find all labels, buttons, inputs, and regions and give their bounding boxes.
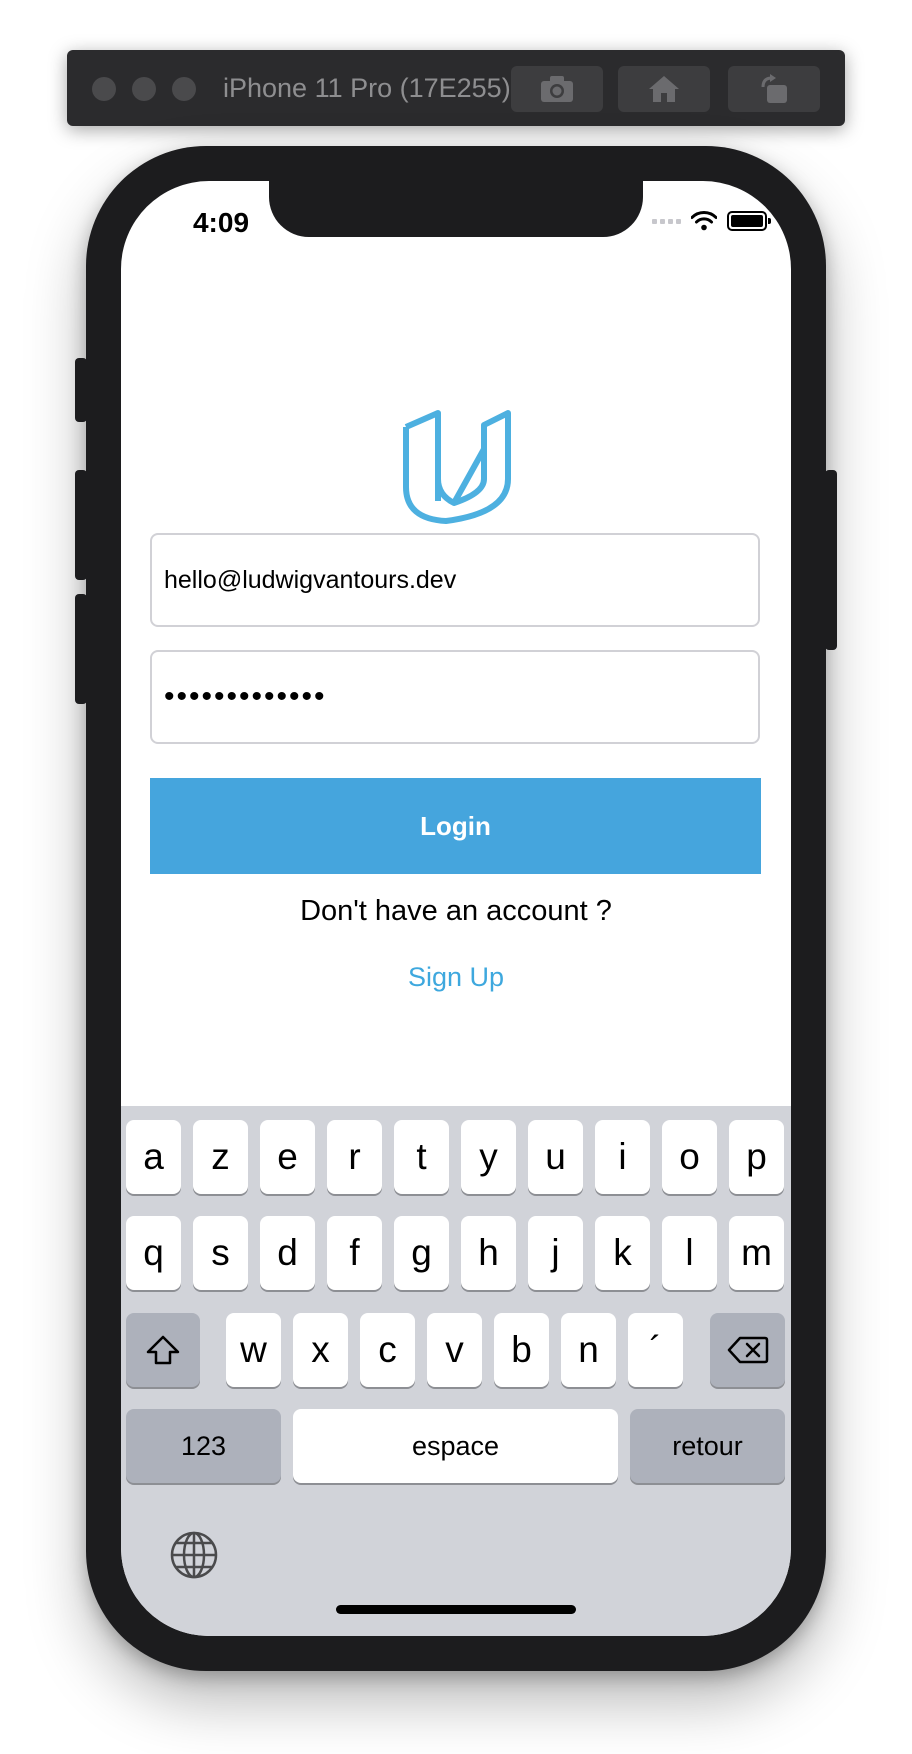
udacity-logo-icon [403, 410, 511, 524]
key-i[interactable]: i [595, 1120, 650, 1194]
key-acute-accent[interactable]: ´ [628, 1313, 683, 1387]
key-m[interactable]: m [729, 1216, 784, 1290]
shift-icon [146, 1335, 180, 1365]
mute-switch [75, 358, 87, 422]
key-u[interactable]: u [528, 1120, 583, 1194]
email-field[interactable]: hello@ludwigvantours.dev [150, 533, 760, 627]
backspace-key[interactable] [710, 1313, 785, 1387]
home-button[interactable] [618, 66, 710, 112]
key-q[interactable]: q [126, 1216, 181, 1290]
key-h[interactable]: h [461, 1216, 516, 1290]
key-k[interactable]: k [595, 1216, 650, 1290]
backspace-icon [727, 1336, 768, 1364]
volume-down-button [75, 594, 87, 704]
key-l[interactable]: l [662, 1216, 717, 1290]
zoom-window-button[interactable] [172, 77, 196, 101]
login-button[interactable]: Login [150, 778, 761, 874]
key-w[interactable]: w [226, 1313, 281, 1387]
key-z[interactable]: z [193, 1120, 248, 1194]
key-x[interactable]: x [293, 1313, 348, 1387]
keyboard: a z e r t y u i o p q s d f g h j k l m [121, 1106, 791, 1636]
key-r[interactable]: r [327, 1120, 382, 1194]
minimize-window-button[interactable] [132, 77, 156, 101]
device-screen: 4:09 hello@ludwigvantours.dev ••••••••••… [121, 181, 791, 1636]
no-account-prompt: Don't have an account ? [300, 895, 612, 927]
screenshot-button[interactable] [511, 66, 603, 112]
iphone-frame: 4:09 hello@ludwigvantours.dev ••••••••••… [75, 146, 837, 1671]
status-icons [652, 211, 771, 231]
volume-up-button [75, 470, 87, 580]
close-window-button[interactable] [92, 77, 116, 101]
key-b[interactable]: b [494, 1313, 549, 1387]
simulator-toolbar: iPhone 11 Pro (17E255) [67, 50, 845, 126]
wifi-icon [691, 211, 717, 231]
sign-up-link[interactable]: Sign Up [121, 962, 791, 993]
key-d[interactable]: d [260, 1216, 315, 1290]
rotate-icon [761, 74, 787, 103]
key-e[interactable]: e [260, 1120, 315, 1194]
status-time: 4:09 [192, 207, 250, 238]
key-s[interactable]: s [193, 1216, 248, 1290]
key-o[interactable]: o [662, 1120, 717, 1194]
key-a[interactable]: a [126, 1120, 181, 1194]
numbers-key[interactable]: 123 [126, 1409, 281, 1483]
notch [269, 181, 643, 237]
return-key[interactable]: retour [630, 1409, 785, 1483]
key-n[interactable]: n [561, 1313, 616, 1387]
screenshot-icon [541, 76, 573, 102]
key-v[interactable]: v [427, 1313, 482, 1387]
shift-key[interactable] [126, 1313, 200, 1387]
power-button [825, 470, 837, 650]
key-t[interactable]: t [394, 1120, 449, 1194]
space-key[interactable]: espace [293, 1409, 618, 1483]
globe-icon[interactable] [169, 1530, 219, 1580]
simulator-title: iPhone 11 Pro (17E255) [223, 73, 511, 103]
battery-icon [727, 211, 771, 231]
home-icon [649, 76, 679, 102]
cellular-signal-icon [652, 218, 681, 224]
key-c[interactable]: c [360, 1313, 415, 1387]
key-j[interactable]: j [528, 1216, 583, 1290]
key-g[interactable]: g [394, 1216, 449, 1290]
rotate-button[interactable] [728, 66, 820, 112]
home-indicator[interactable] [336, 1605, 576, 1614]
password-field[interactable]: ••••••••••••• [150, 650, 760, 744]
key-y[interactable]: y [461, 1120, 516, 1194]
key-f[interactable]: f [327, 1216, 382, 1290]
key-p[interactable]: p [729, 1120, 784, 1194]
